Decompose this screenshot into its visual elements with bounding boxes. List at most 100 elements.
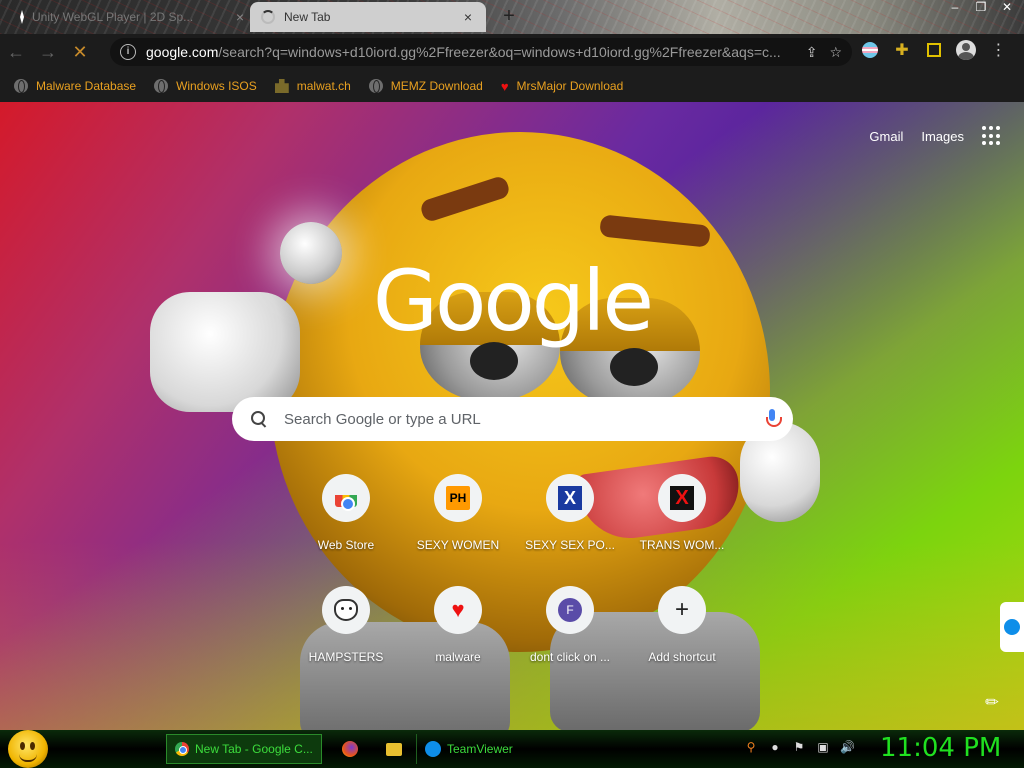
tab-close-icon[interactable]: ×	[232, 9, 248, 25]
firefox-icon	[342, 741, 358, 757]
volume-icon[interactable]: 🔊	[840, 740, 855, 754]
bookmark-label: Malware Database	[36, 79, 137, 93]
taskbar-clock[interactable]: 11:04 PM	[880, 733, 1001, 763]
ph-icon: PH	[446, 486, 470, 510]
teamviewer-icon	[425, 741, 441, 757]
stop-loading-button[interactable]: ✕	[64, 36, 96, 68]
network-icon[interactable]: ▣	[816, 740, 830, 754]
url-text[interactable]: google.com/search?q=windows+d10iord.gg%2…	[146, 44, 798, 60]
bookmark-malware-database[interactable]: Malware Database	[14, 79, 136, 93]
loading-spinner-icon	[260, 9, 276, 25]
shortcut-tile: X	[658, 474, 706, 522]
shortcut-label: TRANS WOM...	[639, 538, 725, 552]
globe-icon	[154, 79, 169, 93]
chrome-icon	[175, 742, 189, 756]
shortcut-dont-click-on[interactable]: F dont click on ...	[514, 586, 626, 678]
shortcut-label: malware	[435, 650, 481, 664]
taskbar-chrome-button[interactable]: New Tab - Google C...	[166, 734, 322, 764]
window-controls: – ❐ ✕	[942, 0, 1020, 16]
share-icon[interactable]: ⇪	[806, 44, 818, 61]
bookmark-mrsmajor-download[interactable]: ♥ MrsMajor Download	[501, 79, 623, 94]
google-apps-icon[interactable]	[982, 126, 1002, 146]
teamviewer-icon	[1004, 619, 1020, 635]
shortcuts-grid: Web Store PH SEXY WOMEN X SEXY SEX PO...…	[290, 474, 738, 678]
shortcut-sexy-women[interactable]: PH SEXY WOMEN	[402, 474, 514, 566]
bookmark-windows-isos[interactable]: Windows ISOS	[154, 79, 257, 93]
tab-close-icon[interactable]: ×	[460, 9, 476, 25]
shortcut-tile: PH	[434, 474, 482, 522]
gmail-link[interactable]: Gmail	[869, 129, 903, 144]
profile-avatar-icon[interactable]	[956, 40, 976, 60]
plus-icon: +	[674, 596, 689, 623]
new-tab-page: Gmail Images Google Web Store PH SEXY WO…	[0, 102, 1024, 730]
address-bar[interactable]: i google.com/search?q=windows+d10iord.gg…	[110, 38, 852, 66]
teamviewer-side-tab[interactable]	[1000, 602, 1024, 652]
shortcut-web-store[interactable]: Web Store	[290, 474, 402, 566]
shortcut-hampsters[interactable]: HAMPSTERS	[290, 586, 402, 678]
shortcut-tile: ♥	[434, 586, 482, 634]
url-host: google.com	[146, 44, 219, 60]
shortcut-label: HAMPSTERS	[308, 650, 384, 664]
chat-tray-icon[interactable]: ●	[768, 740, 782, 754]
folder-icon	[386, 742, 402, 756]
add-shortcut-button[interactable]: + Add shortcut	[626, 586, 738, 678]
restore-button[interactable]: ❐	[968, 0, 994, 16]
bookmark-label: malwat.ch	[296, 79, 351, 93]
taskbar-teamviewer-label: TeamViewer	[447, 742, 513, 756]
hamster-icon	[334, 599, 358, 621]
search-input[interactable]	[284, 410, 765, 428]
microphone-icon[interactable]	[765, 409, 782, 429]
search-box[interactable]	[232, 397, 793, 441]
flag-extension-icon[interactable]	[860, 40, 880, 60]
shortcut-tile: X	[546, 474, 594, 522]
letter-icon: F	[558, 598, 582, 622]
shortcut-sexy-sex-po[interactable]: X SEXY SEX PO...	[514, 474, 626, 566]
ntp-header: Gmail Images	[869, 126, 1002, 146]
back-button[interactable]: ←	[0, 36, 32, 68]
tab-strip: Unity WebGL Player | 2D Sp... × New Tab …	[0, 0, 1024, 34]
site-info-icon[interactable]: i	[120, 44, 136, 60]
customize-pencil-icon[interactable]: ✎	[981, 689, 1004, 714]
unity-icon	[8, 9, 24, 25]
heart-icon: ♥	[451, 597, 465, 622]
globe-icon	[14, 79, 28, 93]
robot-icon	[274, 79, 289, 93]
tab-unity-webgl[interactable]: Unity WebGL Player | 2D Sp... ×	[8, 2, 248, 32]
minimize-button[interactable]: –	[942, 0, 968, 16]
shortcut-tile	[322, 474, 370, 522]
close-window-button[interactable]: ✕	[994, 0, 1020, 16]
url-path: /search?q=windows+d10iord.gg%2Ffreezer&o…	[218, 44, 781, 60]
extension-area: ✚ ⋮	[860, 40, 1008, 60]
system-tray: ⚲ ● ⚑ ▣ 🔊	[744, 740, 855, 754]
bookmarks-bar: Malware Database Windows ISOS malwat.ch …	[0, 70, 1024, 102]
chrome-menu-icon[interactable]: ⋮	[988, 40, 1008, 60]
bookmark-star-icon[interactable]: ☆	[829, 44, 842, 61]
search-tray-icon[interactable]: ⚲	[744, 740, 758, 754]
shortcut-trans-wom[interactable]: X TRANS WOM...	[626, 474, 738, 566]
taskbar-explorer-button[interactable]	[378, 734, 410, 764]
start-button-smiley-icon[interactable]	[8, 730, 48, 768]
forward-button[interactable]: →	[32, 36, 64, 68]
side-panel-icon[interactable]	[924, 40, 944, 60]
bookmark-label: MrsMajor Download	[516, 79, 624, 93]
shortcut-label: Add shortcut	[648, 650, 716, 664]
x-blue-icon: X	[558, 486, 582, 510]
new-tab-button[interactable]: +	[498, 6, 520, 28]
bookmark-memz-download[interactable]: MEMZ Download	[368, 79, 483, 93]
images-link[interactable]: Images	[921, 129, 964, 144]
shortcut-tile: F	[546, 586, 594, 634]
taskbar-teamviewer-button[interactable]: TeamViewer	[416, 734, 576, 764]
action-center-flag-icon[interactable]: ⚑	[792, 740, 806, 754]
shortcut-label: SEXY WOMEN	[416, 538, 500, 552]
tab-title: New Tab	[284, 10, 331, 24]
extensions-puzzle-icon[interactable]: ✚	[892, 40, 912, 60]
bookmark-malwatch[interactable]: malwat.ch	[274, 79, 351, 93]
shortcut-label: dont click on ...	[529, 650, 611, 664]
taskbar-firefox-button[interactable]	[334, 734, 366, 764]
shortcut-malware[interactable]: ♥ malware	[402, 586, 514, 678]
tab-new-tab[interactable]: New Tab ×	[250, 2, 486, 32]
shortcut-label: SEXY SEX PO...	[525, 538, 615, 552]
bookmark-label: MEMZ Download	[390, 79, 483, 93]
shortcut-tile: +	[658, 586, 706, 634]
tab-title: Unity WebGL Player | 2D Sp...	[32, 10, 194, 24]
